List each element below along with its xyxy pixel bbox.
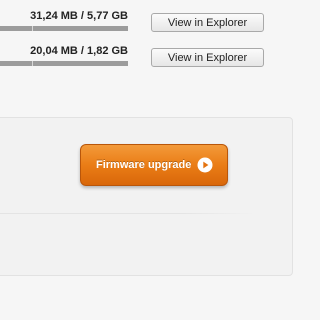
storage-row: 31,24 MB / 5,77 GB View in Explorer	[0, 4, 320, 34]
firmware-upgrade-button[interactable]: Firmware upgrade	[80, 144, 228, 186]
storage-usage-bar	[0, 61, 128, 66]
panel-divider	[0, 213, 255, 214]
view-in-explorer-button[interactable]: View in Explorer	[151, 13, 264, 32]
firmware-panel: Firmware upgrade	[0, 117, 293, 276]
storage-size-text: 20,04 MB / 1,82 GB	[30, 45, 128, 57]
storage-row: 20,04 MB / 1,82 GB View in Explorer	[0, 39, 320, 69]
play-circle-icon	[197, 157, 213, 173]
storage-usage-bar	[0, 26, 128, 31]
storage-size-text: 31,24 MB / 5,77 GB	[30, 10, 128, 22]
usage-bar-marker	[32, 26, 33, 31]
view-in-explorer-button[interactable]: View in Explorer	[151, 48, 264, 67]
usage-bar-marker	[32, 61, 33, 66]
firmware-upgrade-label: Firmware upgrade	[96, 159, 192, 171]
